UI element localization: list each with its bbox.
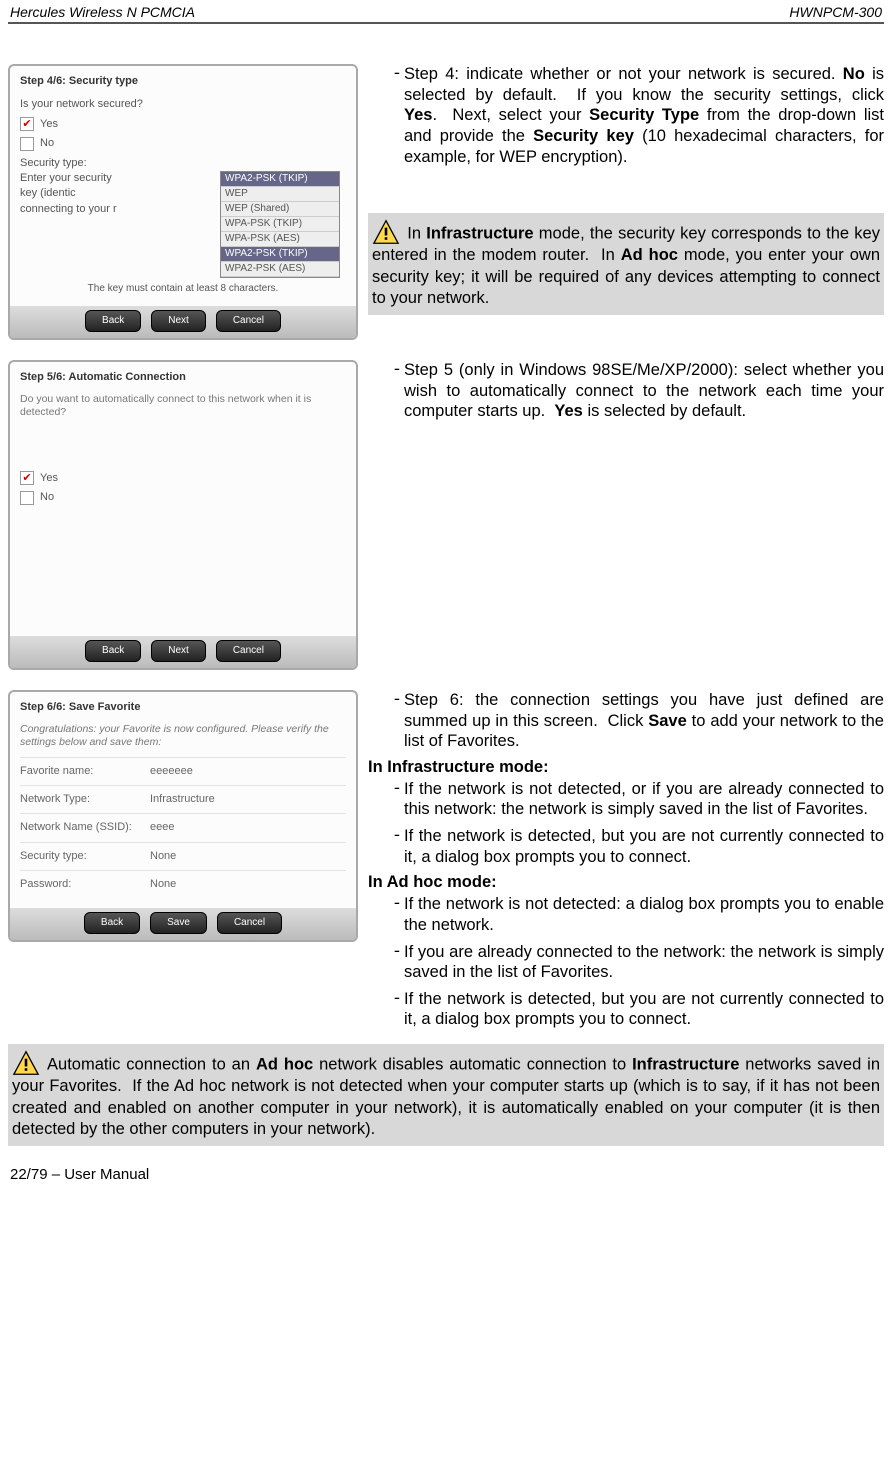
screenshot-step4: Step 4/6: Security type Is your network … bbox=[8, 64, 358, 340]
step6-text: Step 6: the connection settings you have… bbox=[404, 690, 884, 752]
cancel-button: Cancel bbox=[216, 310, 281, 332]
key-hint: The key must contain at least 8 characte… bbox=[20, 282, 346, 296]
cancel-button: Cancel bbox=[216, 640, 281, 662]
radio-yes-label: Yes bbox=[40, 471, 58, 486]
check-icon: ✔ bbox=[20, 117, 34, 131]
dropdown-option: WEP bbox=[221, 187, 339, 202]
mock-title: Step 6/6: Save Favorite bbox=[20, 700, 346, 715]
kv-row: Network Name (SSID):eeee bbox=[20, 813, 346, 841]
dropdown-option: WPA2-PSK (TKIP) bbox=[221, 247, 339, 262]
dropdown-option: WPA2-PSK (TKIP) bbox=[221, 172, 339, 187]
mock-title: Step 4/6: Security type bbox=[20, 74, 346, 89]
screenshot-step5: Step 5/6: Automatic Connection Do you wa… bbox=[8, 360, 358, 670]
radio-no-label: No bbox=[40, 490, 54, 505]
adhoc-heading: In Ad hoc mode: bbox=[368, 873, 884, 892]
bullet-dash: - bbox=[368, 894, 404, 935]
bullet-dash: - bbox=[368, 826, 404, 867]
dropdown-option: WPA2-PSK (AES) bbox=[221, 262, 339, 277]
dropdown-option: WPA-PSK (TKIP) bbox=[221, 217, 339, 232]
notice2-text: Automatic connection to an Ad hoc networ… bbox=[12, 1056, 880, 1138]
notice-adhoc-auto: Automatic connection to an Ad hoc networ… bbox=[8, 1044, 884, 1146]
bullet-dash: - bbox=[368, 690, 404, 752]
step4-text: Step 4: indicate whether or not your net… bbox=[404, 64, 884, 167]
dropdown-option: WEP (Shared) bbox=[221, 202, 339, 217]
next-button: Next bbox=[151, 310, 206, 332]
back-button: Back bbox=[85, 310, 141, 332]
kv-row: Security type:None bbox=[20, 842, 346, 870]
mock-question: Is your network secured? bbox=[20, 97, 346, 112]
enter-key-label: Enter your security key (identic connect… bbox=[20, 171, 120, 278]
bullet-dash: - bbox=[368, 64, 404, 167]
mock-question: Do you want to automatically connect to … bbox=[20, 393, 346, 418]
radio-empty-icon bbox=[20, 491, 34, 505]
header-divider bbox=[8, 22, 884, 24]
radio-yes-label: Yes bbox=[40, 117, 58, 132]
doc-product: Hercules Wireless N PCMCIA bbox=[10, 4, 195, 20]
warning-icon bbox=[372, 219, 400, 245]
security-type-dropdown: WPA2-PSK (TKIP) WEP WEP (Shared) WPA-PSK… bbox=[220, 171, 340, 278]
notice-infrastructure-key: In Infrastructure mode, the security key… bbox=[368, 213, 884, 315]
adhoc-item: If you are already connected to the netw… bbox=[404, 942, 884, 983]
bullet-dash: - bbox=[368, 942, 404, 983]
mock-title: Step 5/6: Automatic Connection bbox=[20, 370, 346, 385]
page-footer: 22/79 – User Manual bbox=[0, 1146, 892, 1193]
radio-empty-icon bbox=[20, 137, 34, 151]
dropdown-option: WPA-PSK (AES) bbox=[221, 232, 339, 247]
kv-row: Network Type:Infrastructure bbox=[20, 785, 346, 813]
kv-row: Favorite name:eeeeeee bbox=[20, 757, 346, 785]
infra-item: If the network is detected, but you are … bbox=[404, 826, 884, 867]
step5-text: Step 5 (only in Windows 98SE/Me/XP/2000)… bbox=[404, 360, 884, 422]
cancel-button: Cancel bbox=[217, 912, 282, 934]
kv-row: Password:None bbox=[20, 870, 346, 898]
screenshot-step6: Step 6/6: Save Favorite Congratulations:… bbox=[8, 690, 358, 943]
save-button: Save bbox=[150, 912, 207, 934]
bullet-dash: - bbox=[368, 989, 404, 1030]
adhoc-item: If the network is not detected: a dialog… bbox=[404, 894, 884, 935]
adhoc-item: If the network is detected, but you are … bbox=[404, 989, 884, 1030]
bullet-dash: - bbox=[368, 360, 404, 422]
notice1-text: In Infrastructure mode, the security key… bbox=[372, 225, 880, 307]
warning-icon bbox=[12, 1050, 40, 1076]
infrastructure-heading: In Infrastructure mode: bbox=[368, 758, 884, 777]
next-button: Next bbox=[151, 640, 206, 662]
mock-note: Congratulations: your Favorite is now co… bbox=[20, 723, 346, 748]
radio-no-label: No bbox=[40, 136, 54, 151]
check-icon: ✔ bbox=[20, 471, 34, 485]
back-button: Back bbox=[84, 912, 140, 934]
infra-item: If the network is not detected, or if yo… bbox=[404, 779, 884, 820]
back-button: Back bbox=[85, 640, 141, 662]
bullet-dash: - bbox=[368, 779, 404, 820]
doc-model: HWNPCM-300 bbox=[789, 4, 882, 20]
security-type-label: Security type: bbox=[20, 156, 346, 171]
